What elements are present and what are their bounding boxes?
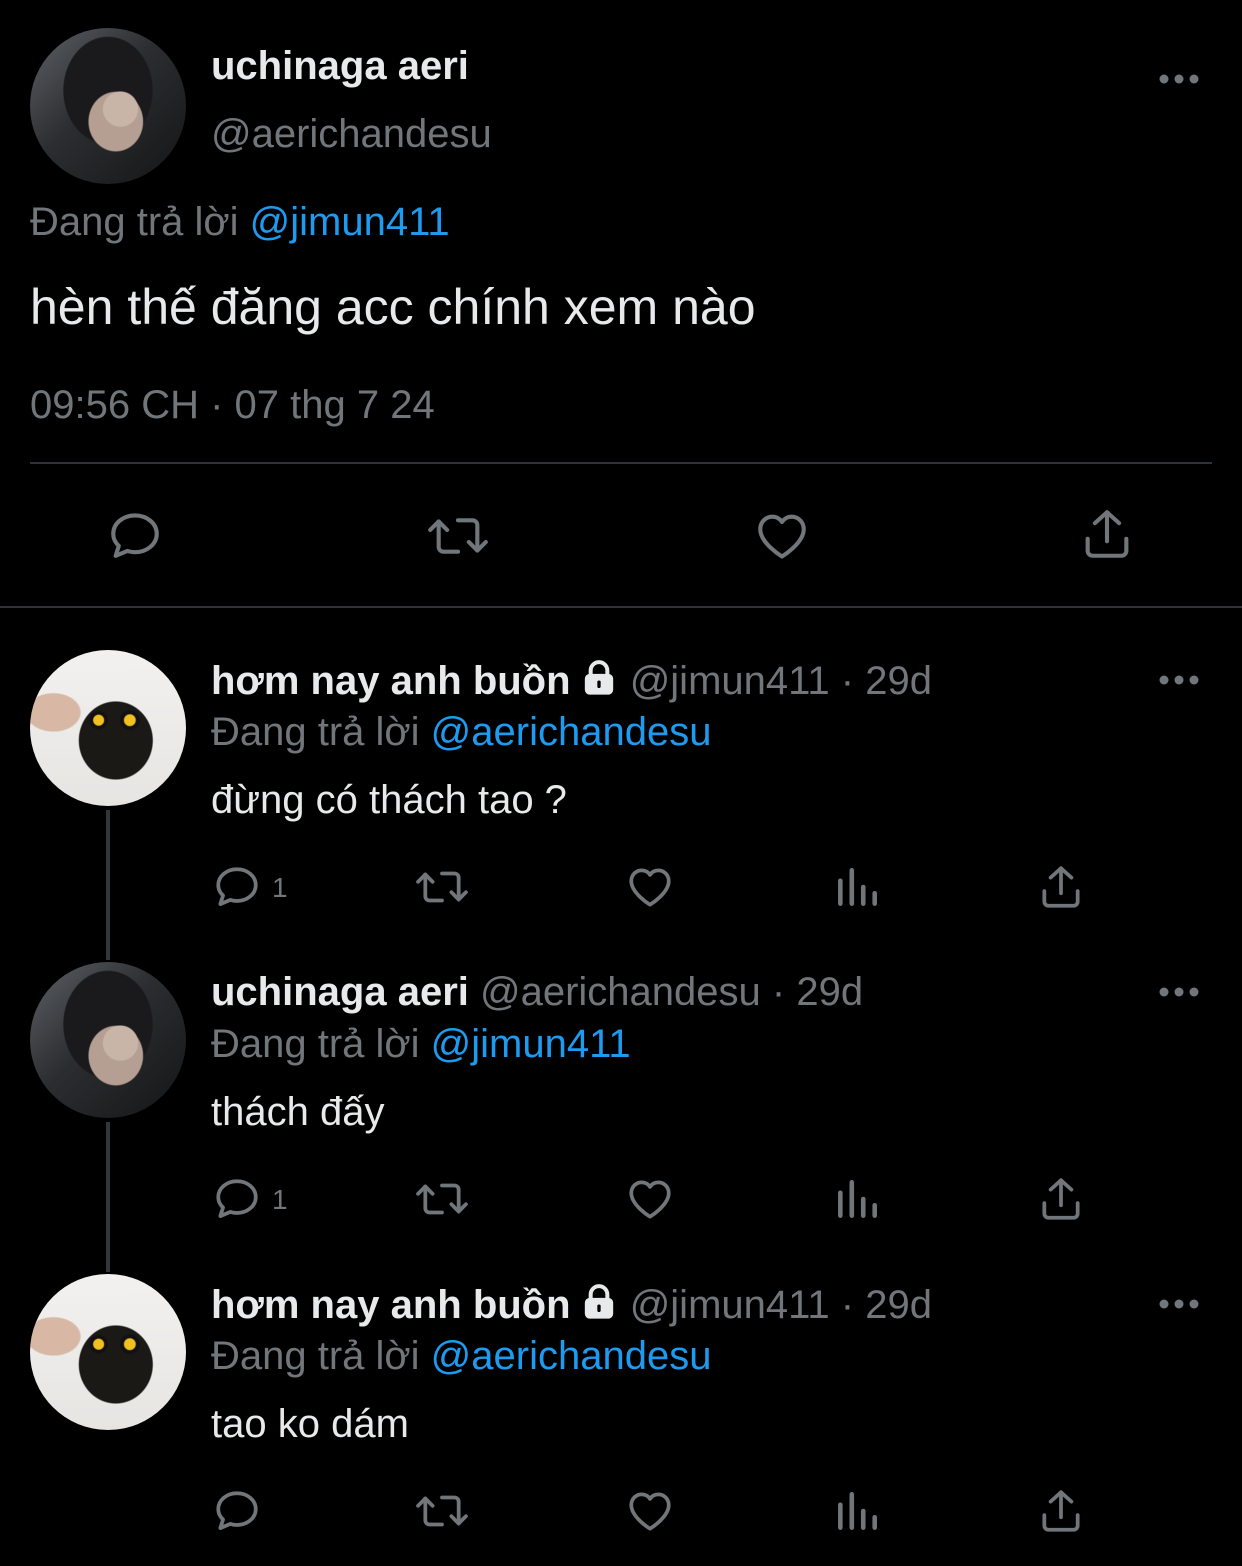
display-name[interactable]: hơm nay anh buồn [211, 659, 571, 703]
share-icon[interactable] [1078, 504, 1136, 564]
tweet-text: thách đấy [211, 1090, 385, 1134]
separator: · [840, 659, 855, 703]
tweet-text: hèn thế đăng acc chính xem nào [30, 279, 756, 335]
avatar[interactable] [30, 28, 186, 184]
retweet-icon[interactable] [413, 1486, 471, 1536]
tweet-text: tao ko dám [211, 1402, 409, 1446]
retweet-icon[interactable] [413, 862, 471, 912]
replying-to-link[interactable]: @aerichandesu [431, 1334, 712, 1378]
display-name[interactable]: uchinaga aeri [211, 970, 469, 1014]
replying-prefix: Đang trả lời [211, 710, 420, 754]
handle[interactable]: @aerichandesu [480, 970, 761, 1014]
replying-to-link[interactable]: @jimun411 [250, 200, 450, 244]
views-icon[interactable] [832, 1174, 882, 1224]
reply-icon[interactable] [106, 507, 164, 565]
retweet-icon[interactable] [413, 1174, 471, 1224]
section-divider [0, 606, 1242, 608]
replying-to-line: Đang trả lời @jimun411 [211, 1022, 631, 1067]
display-name[interactable]: hơm nay anh buồn [211, 1283, 571, 1327]
like-icon[interactable] [752, 507, 812, 565]
thread-line [106, 1122, 110, 1272]
views-icon[interactable] [832, 862, 882, 912]
views-icon[interactable] [832, 1486, 882, 1536]
separator: · [771, 970, 786, 1014]
reply-icon[interactable] [212, 1174, 262, 1224]
replying-to-line: Đang trả lời @aerichandesu [211, 1334, 711, 1379]
more-options-icon[interactable] [1159, 72, 1199, 84]
like-icon[interactable] [624, 862, 676, 912]
reply-icon[interactable] [212, 1486, 262, 1536]
reply-icon[interactable] [212, 862, 262, 912]
replying-to-link[interactable]: @jimun411 [431, 1022, 631, 1066]
like-icon[interactable] [624, 1486, 676, 1536]
more-options-icon[interactable] [1159, 673, 1199, 685]
separator: · [840, 1283, 855, 1327]
share-icon[interactable] [1036, 1486, 1086, 1536]
replying-prefix: Đang trả lời [211, 1022, 420, 1066]
reply-count: 1 [272, 872, 288, 903]
handle[interactable]: @jimun411 [630, 659, 830, 703]
avatar[interactable] [30, 650, 186, 806]
like-icon[interactable] [624, 1174, 676, 1224]
tweet-age[interactable]: 29d [865, 659, 932, 703]
divider [30, 462, 1212, 464]
timestamp[interactable]: 09:56 CH · 07 thg 7 24 [30, 383, 435, 428]
thread-line [106, 810, 110, 960]
avatar[interactable] [30, 1274, 186, 1430]
replying-to-line: Đang trả lời @aerichandesu [211, 710, 711, 755]
replying-prefix: Đang trả lời [30, 200, 239, 244]
reply-header: hơm nay anh buồn @jimun411 · 29d [211, 1282, 932, 1332]
retweet-icon[interactable] [425, 507, 491, 565]
replying-to-line: Đang trả lời @jimun411 [30, 200, 450, 245]
lock-icon [579, 658, 619, 708]
reply-header: uchinaga aeri @aerichandesu · 29d [211, 970, 863, 1015]
handle[interactable]: @jimun411 [630, 1283, 830, 1327]
avatar[interactable] [30, 962, 186, 1118]
tweet-text: đừng có thách tao ? [211, 778, 567, 822]
share-icon[interactable] [1036, 862, 1086, 912]
lock-icon [579, 1282, 619, 1332]
tweet-age[interactable]: 29d [796, 970, 863, 1014]
reply-header: hơm nay anh buồn @jimun411 · 29d [211, 658, 932, 708]
replying-prefix: Đang trả lời [211, 1334, 420, 1378]
more-options-icon[interactable] [1159, 1297, 1199, 1309]
handle[interactable]: @aerichandesu [211, 112, 492, 157]
display-name[interactable]: uchinaga aeri [211, 44, 469, 89]
reply-count: 1 [272, 1184, 288, 1215]
share-icon[interactable] [1036, 1174, 1086, 1224]
replying-to-link[interactable]: @aerichandesu [431, 710, 712, 754]
more-options-icon[interactable] [1159, 985, 1199, 997]
tweet-age[interactable]: 29d [865, 1283, 932, 1327]
